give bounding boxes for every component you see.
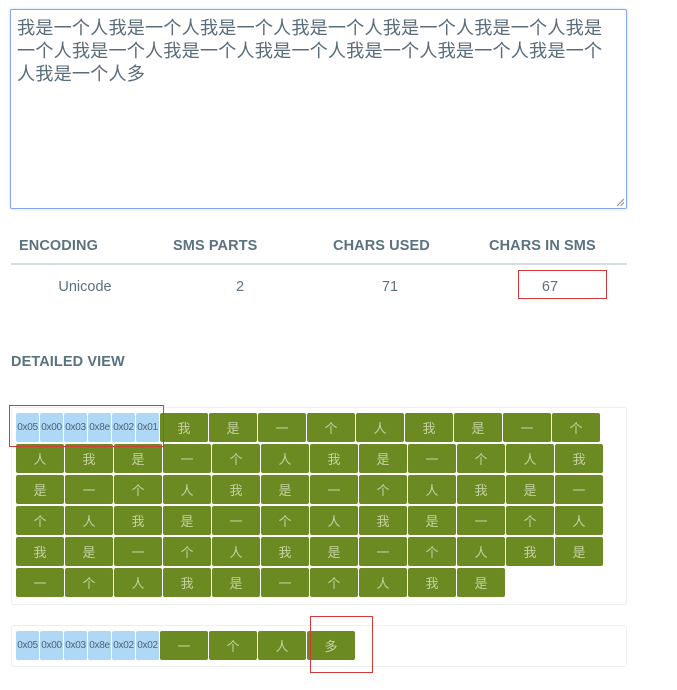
- char-cell: 我: [555, 444, 603, 473]
- char-cell: 个: [261, 506, 309, 535]
- encoding-header: ENCODING: [19, 238, 98, 254]
- char-cell: 是: [261, 475, 309, 504]
- char-cell: 是: [16, 475, 64, 504]
- char-cell: 我: [506, 537, 554, 566]
- char-cell: 个: [114, 475, 162, 504]
- char-cell: 我: [163, 568, 211, 597]
- char-cell: 是: [457, 568, 505, 597]
- char-cell: 我: [310, 444, 358, 473]
- char-cell: 我: [261, 537, 309, 566]
- char-cell: 是: [506, 475, 554, 504]
- char-cell: 是: [114, 444, 162, 473]
- char-cell: 个: [408, 537, 456, 566]
- char-cell: 是: [209, 413, 257, 442]
- char-cell: 人: [359, 568, 407, 597]
- chars-in-sms-highlight: [518, 270, 607, 299]
- stats-table-header: ENCODING SMS PARTS CHARS USED CHARS IN S…: [11, 229, 627, 265]
- char-cell: 人: [310, 506, 358, 535]
- char-cell: 人: [555, 506, 603, 535]
- char-cell: 我: [160, 413, 208, 442]
- char-cell: 是: [310, 537, 358, 566]
- char-cell: 我: [65, 444, 113, 473]
- char-cell: 人: [356, 413, 404, 442]
- char-cell: 我: [405, 413, 453, 442]
- udh-byte: 0x02: [112, 413, 135, 442]
- sms-parts-value: 2: [235, 279, 245, 295]
- char-cell: 个: [457, 444, 505, 473]
- char-cell: 人: [163, 475, 211, 504]
- udh-byte: 0x05: [16, 413, 39, 442]
- char-cell: 个: [163, 537, 211, 566]
- char-cell: 个: [16, 506, 64, 535]
- char-cell: 是: [212, 568, 260, 597]
- char-cell: 一: [503, 413, 551, 442]
- udh-byte: 0x03: [64, 631, 87, 660]
- char-cell: 个: [552, 413, 600, 442]
- chars-in-sms-header: CHARS IN SMS: [489, 238, 596, 254]
- char-cell: 人: [212, 537, 260, 566]
- chars-used-value: 71: [381, 279, 399, 295]
- char-cell: 一: [114, 537, 162, 566]
- char-cell: 一: [408, 444, 456, 473]
- char-cell: 人: [457, 537, 505, 566]
- message-textarea[interactable]: 我是一个人我是一个人我是一个人我是一个人我是一个人我是一个人我是一个人我是一个人…: [10, 9, 627, 209]
- resize-grip-icon[interactable]: [616, 198, 624, 206]
- char-cell: 是: [359, 444, 407, 473]
- encoding-value: Unicode: [58, 279, 112, 295]
- sms-part-1: 0x05 0x00 0x03 0x8e 0x02 0x01 我是一个人我是一个人我是一个人我…: [11, 407, 627, 605]
- char-cell: 一: [258, 413, 306, 442]
- udh-byte: 0x05: [16, 631, 39, 660]
- char-cell: 我: [408, 568, 456, 597]
- udh-byte: 0x02: [136, 631, 159, 660]
- char-cell: 我: [114, 506, 162, 535]
- char-cell: 人: [65, 506, 113, 535]
- udh-byte: 0x8e: [88, 413, 111, 442]
- detailed-view-title: DETAILED VIEW: [11, 354, 125, 370]
- char-cell: 是: [555, 537, 603, 566]
- char-cell: 个: [65, 568, 113, 597]
- udh-byte: 0x03: [64, 413, 87, 442]
- char-cell: 人: [114, 568, 162, 597]
- char-cell: 我: [457, 475, 505, 504]
- char-cell: 是: [454, 413, 502, 442]
- char-cell: 一: [555, 475, 603, 504]
- char-cell: 个: [307, 413, 355, 442]
- char-cell: 我: [16, 537, 64, 566]
- char-cell: 个: [212, 444, 260, 473]
- sms-part-2: 0x05 0x00 0x03 0x8e 0x02 0x02 一个人多: [11, 625, 627, 667]
- chars-used-header: CHARS USED: [333, 238, 430, 254]
- udh-byte: 0x00: [40, 413, 63, 442]
- char-cell: 人: [16, 444, 64, 473]
- char-cell: 人: [408, 475, 456, 504]
- char-cell: 我: [212, 475, 260, 504]
- sms-parts-header: SMS PARTS: [173, 238, 258, 254]
- char-cell: 人: [261, 444, 309, 473]
- udh-byte: 0x00: [40, 631, 63, 660]
- char-cell: 一: [310, 475, 358, 504]
- char-cell: 一: [359, 537, 407, 566]
- char-cell: 个: [359, 475, 407, 504]
- char-cell: 一: [163, 444, 211, 473]
- char-cell: 一: [65, 475, 113, 504]
- udh-byte: 0x8e: [88, 631, 111, 660]
- char-cell: 个: [506, 506, 554, 535]
- message-text: 我是一个人我是一个人我是一个人我是一个人我是一个人我是一个人我是一个人我是一个人…: [17, 18, 603, 85]
- char-cell: 一: [160, 631, 208, 660]
- char-cell: 我: [359, 506, 407, 535]
- char-cell: 个: [209, 631, 257, 660]
- char-cell: 多: [307, 631, 355, 660]
- char-cell: 人: [258, 631, 306, 660]
- char-cell: 一: [457, 506, 505, 535]
- char-cell: 一: [261, 568, 309, 597]
- char-cell: 是: [65, 537, 113, 566]
- char-cell: 是: [408, 506, 456, 535]
- char-cell: 是: [163, 506, 211, 535]
- char-cell: 人: [506, 444, 554, 473]
- char-cell: 个: [310, 568, 358, 597]
- udh-byte: 0x01: [136, 413, 159, 442]
- udh-byte: 0x02: [112, 631, 135, 660]
- char-cell: 一: [16, 568, 64, 597]
- char-cell: 一: [212, 506, 260, 535]
